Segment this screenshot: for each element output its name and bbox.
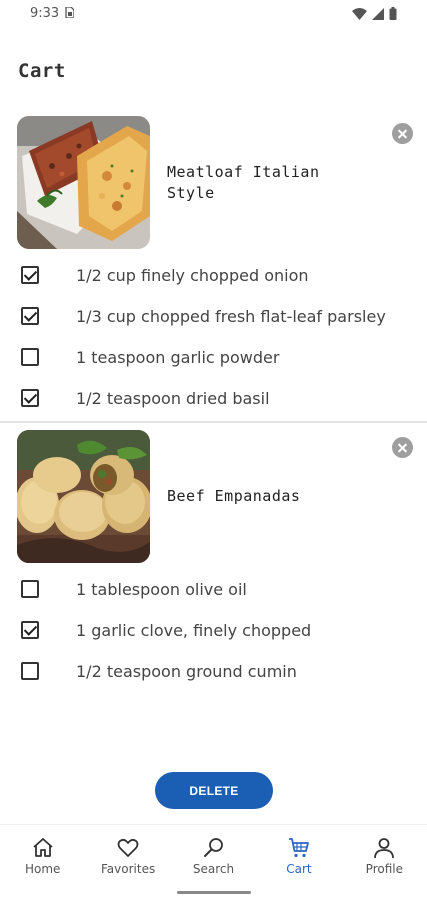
- ingredient-label: 1 tablespoon olive oil: [76, 580, 247, 599]
- nav-item-favorites[interactable]: Favorites: [85, 825, 170, 884]
- cart-icon: [287, 836, 311, 860]
- delete-button[interactable]: DELETE: [155, 772, 273, 809]
- ingredient-checkbox[interactable]: [21, 580, 39, 598]
- ingredient-label: 1 garlic clove, finely chopped: [76, 621, 312, 640]
- battery-icon: [389, 7, 397, 25]
- sim-card-icon: [65, 6, 75, 21]
- page-title: Cart: [18, 60, 66, 82]
- ingredient-row[interactable]: 1/3 cup chopped fresh flat-leaf parsley: [0, 298, 427, 339]
- nav-item-cart[interactable]: Cart: [256, 825, 341, 884]
- nav-item-home[interactable]: Home: [0, 825, 85, 884]
- ingredient-row[interactable]: 1 tablespoon olive oil: [0, 571, 427, 612]
- ingredient-list-meatloaf: 1/2 cup finely chopped onion 1/3 cup cho…: [0, 257, 427, 421]
- ingredient-checkbox[interactable]: [21, 662, 39, 680]
- signal-icon: [372, 7, 384, 25]
- recipe-title: Meatloaf Italian Style: [167, 163, 320, 202]
- wifi-icon: [352, 7, 367, 25]
- ingredient-label: 1/2 teaspoon ground cumin: [76, 662, 297, 681]
- status-icons: [352, 7, 397, 25]
- remove-recipe-button[interactable]: [392, 437, 413, 458]
- ingredient-row[interactable]: 1/2 teaspoon ground cumin: [0, 653, 427, 694]
- ingredient-checkbox[interactable]: [21, 621, 39, 639]
- ingredient-label: 1/2 teaspoon dried basil: [76, 389, 270, 408]
- ingredient-row[interactable]: 1/2 teaspoon dried basil: [0, 380, 427, 421]
- nav-label: Cart: [286, 862, 312, 876]
- ingredient-label: 1/2 cup finely chopped onion: [76, 266, 309, 285]
- ingredient-checkbox[interactable]: [21, 348, 39, 366]
- nav-label: Home: [24, 862, 61, 876]
- status-bar: 9:33: [0, 0, 427, 30]
- recipe-image-empanadas[interactable]: [17, 430, 150, 563]
- status-time: 9:33: [30, 6, 60, 21]
- person-icon: [372, 836, 396, 860]
- ingredient-checkbox[interactable]: [21, 266, 39, 284]
- recipe-title: Beef Empanadas: [167, 487, 301, 505]
- nav-label: Favorites: [101, 862, 156, 876]
- nav-label: Profile: [365, 862, 403, 876]
- ingredient-row[interactable]: 1 teaspoon garlic powder: [0, 339, 427, 380]
- remove-recipe-button[interactable]: [392, 123, 413, 144]
- home-icon: [31, 836, 55, 860]
- bottom-nav: Home Favorites Search Cart Profile: [0, 824, 427, 884]
- recipe-image-meatloaf[interactable]: [17, 116, 150, 249]
- ingredient-checkbox[interactable]: [21, 307, 39, 325]
- ingredient-list-empanadas: 1 tablespoon olive oil 1 garlic clove, f…: [0, 571, 427, 694]
- nav-item-profile[interactable]: Profile: [342, 825, 427, 884]
- recipe-divider: [0, 421, 427, 423]
- ingredient-label: 1/3 cup chopped fresh flat-leaf parsley: [76, 307, 386, 326]
- nav-item-search[interactable]: Search: [171, 825, 256, 884]
- ingredient-label: 1 teaspoon garlic powder: [76, 348, 280, 367]
- ingredient-row[interactable]: 1 garlic clove, finely chopped: [0, 612, 427, 653]
- ingredient-row[interactable]: 1/2 cup finely chopped onion: [0, 257, 427, 298]
- nav-label: Search: [192, 862, 235, 876]
- heart-icon: [116, 836, 140, 860]
- search-icon: [202, 836, 226, 860]
- ingredient-checkbox[interactable]: [21, 389, 39, 407]
- home-indicator: [177, 891, 251, 894]
